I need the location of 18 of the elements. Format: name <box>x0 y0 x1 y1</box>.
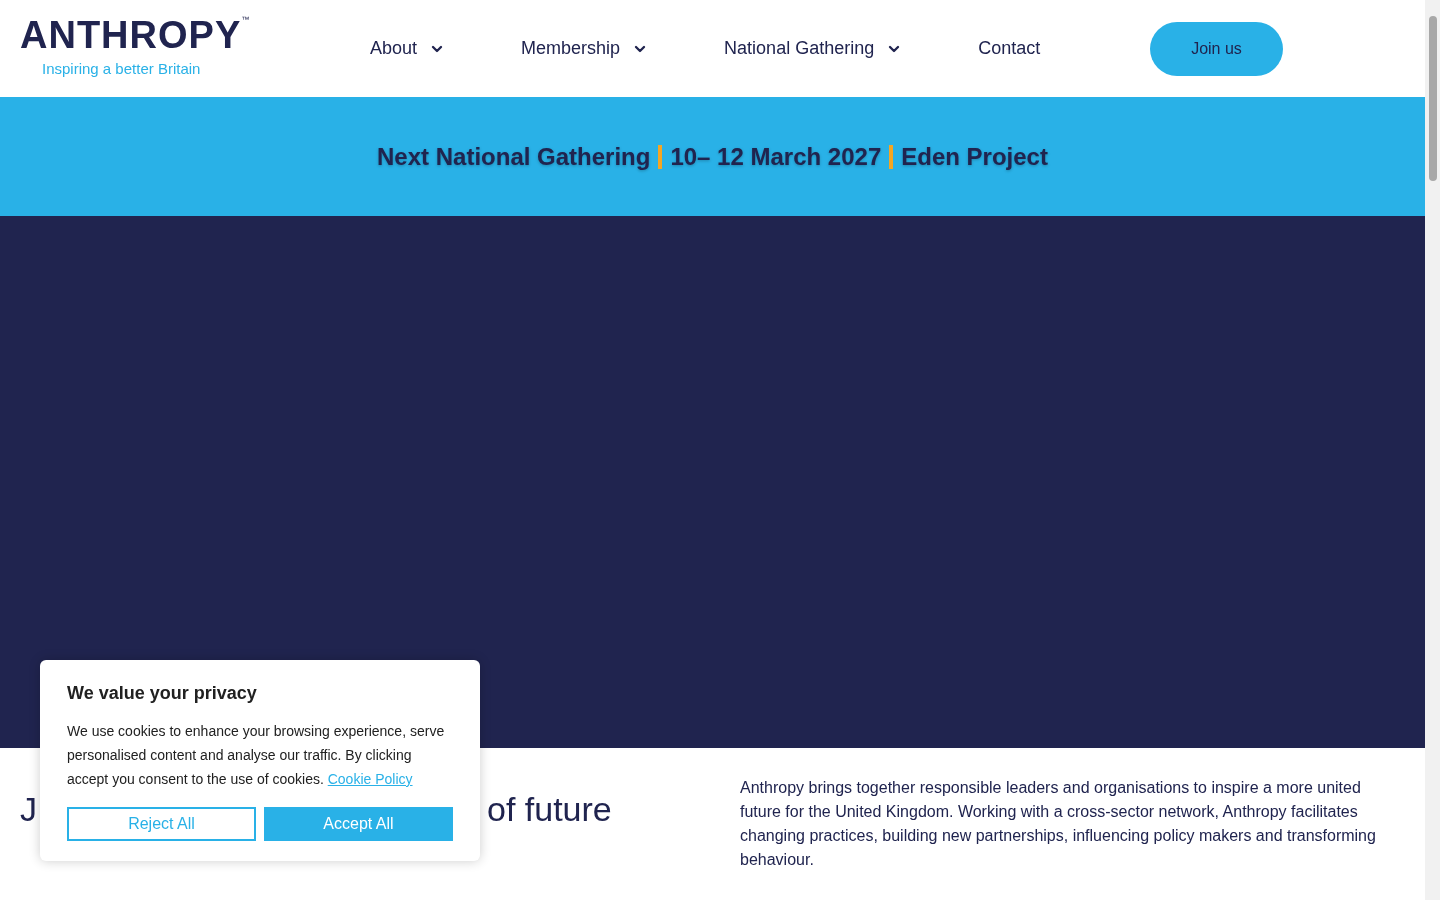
scrollbar[interactable] <box>1425 0 1440 900</box>
trademark: ™ <box>241 16 250 25</box>
join-button[interactable]: Join us <box>1150 21 1283 76</box>
announcement-text: Eden Project <box>901 141 1048 172</box>
cookie-text: We use cookies to enhance your browsing experience, serve personalised content and analyse our traffic. By clicking accept you consent to the use of cookies. Cookie Policy <box>67 722 446 789</box>
nav-link[interactable]: Membership <box>521 35 649 62</box>
logo-wordmark[interactable]: ANTHROPY <box>20 16 242 55</box>
nav-link[interactable]: National Gathering <box>724 35 903 62</box>
intro-heading: J <box>20 789 37 830</box>
scrollbar-thumb[interactable] <box>1428 16 1437 181</box>
logo-tagline: Inspiring a better Britain <box>42 59 202 80</box>
cookie-title: We value your privacy <box>67 682 258 705</box>
nav-link[interactable]: Contact <box>978 35 1041 62</box>
announcement-text: 10– 12 March 2027 <box>670 141 882 172</box>
intro-heading: of future <box>487 789 612 830</box>
intro-paragraph: Anthropy brings together responsible leaders and organisations to inspire a more united future for the United Kingdom. Working with a cross-sector network, Anthropy facilitates changing practices, building new partnerships, influencing policy makers and transforming behaviour. <box>740 778 1377 870</box>
announcement-text: Next National Gathering <box>377 141 651 172</box>
nav-link[interactable]: About <box>370 35 446 62</box>
